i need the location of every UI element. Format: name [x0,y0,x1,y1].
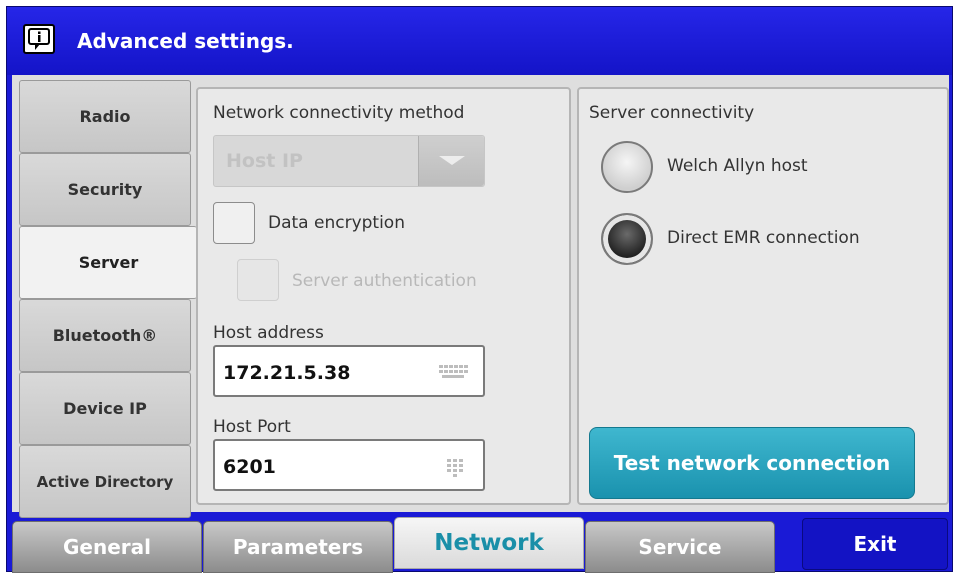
server-connectivity-label: Server connectivity [589,103,755,123]
side-tab-active-directory[interactable]: Active Directory [19,445,191,518]
side-tab-server[interactable]: Server [19,226,197,299]
host-port-field[interactable]: 6201 [213,439,485,491]
keyboard-icon [439,365,468,378]
network-settings-panel: Network connectivity method Host IP Data… [196,87,571,505]
tab-parameters[interactable]: Parameters [203,521,393,573]
keypad-icon [447,459,463,477]
direct-emr-label: Direct EMR connection [667,228,860,248]
method-label: Network connectivity method [213,103,465,123]
window-title: Advanced settings. [77,29,294,53]
side-tab-bluetooth[interactable]: Bluetooth® [19,299,191,372]
host-address-field[interactable]: 172.21.5.38 [213,345,485,397]
method-dropdown[interactable]: Host IP [213,135,485,187]
data-encryption-checkbox[interactable] [213,202,255,244]
host-port-label: Host Port [213,417,291,437]
tab-network[interactable]: Network [394,517,584,569]
tab-service[interactable]: Service [585,521,775,573]
side-tab-device-ip[interactable]: Device IP [19,372,191,445]
app-window: Advanced settings. Radio Security Server… [6,6,953,573]
welch-allyn-host-label: Welch Allyn host [667,156,808,176]
server-auth-checkbox[interactable] [237,259,279,301]
radio-welch-allyn-host[interactable] [601,141,653,193]
server-connectivity-panel: Server connectivity Welch Allyn host Dir… [577,87,949,505]
info-speech-icon [23,24,55,54]
exit-button[interactable]: Exit [802,518,948,570]
chevron-down-icon [439,156,465,165]
side-tab-radio[interactable]: Radio [19,80,191,153]
server-auth-label: Server authentication [292,271,477,291]
radio-direct-emr[interactable] [601,213,653,265]
method-value: Host IP [226,150,303,172]
dropdown-button[interactable] [418,136,484,186]
host-address-value: 172.21.5.38 [223,362,351,384]
side-tab-security[interactable]: Security [19,153,191,226]
host-address-label: Host address [213,323,324,343]
data-encryption-label: Data encryption [268,213,405,233]
tab-general[interactable]: General [12,521,202,573]
title-bar: Advanced settings. [7,7,952,75]
settings-content: Radio Security Server Bluetooth® Device … [12,75,949,518]
test-network-connection-button[interactable]: Test network connection [589,427,915,499]
host-port-value: 6201 [223,456,276,478]
